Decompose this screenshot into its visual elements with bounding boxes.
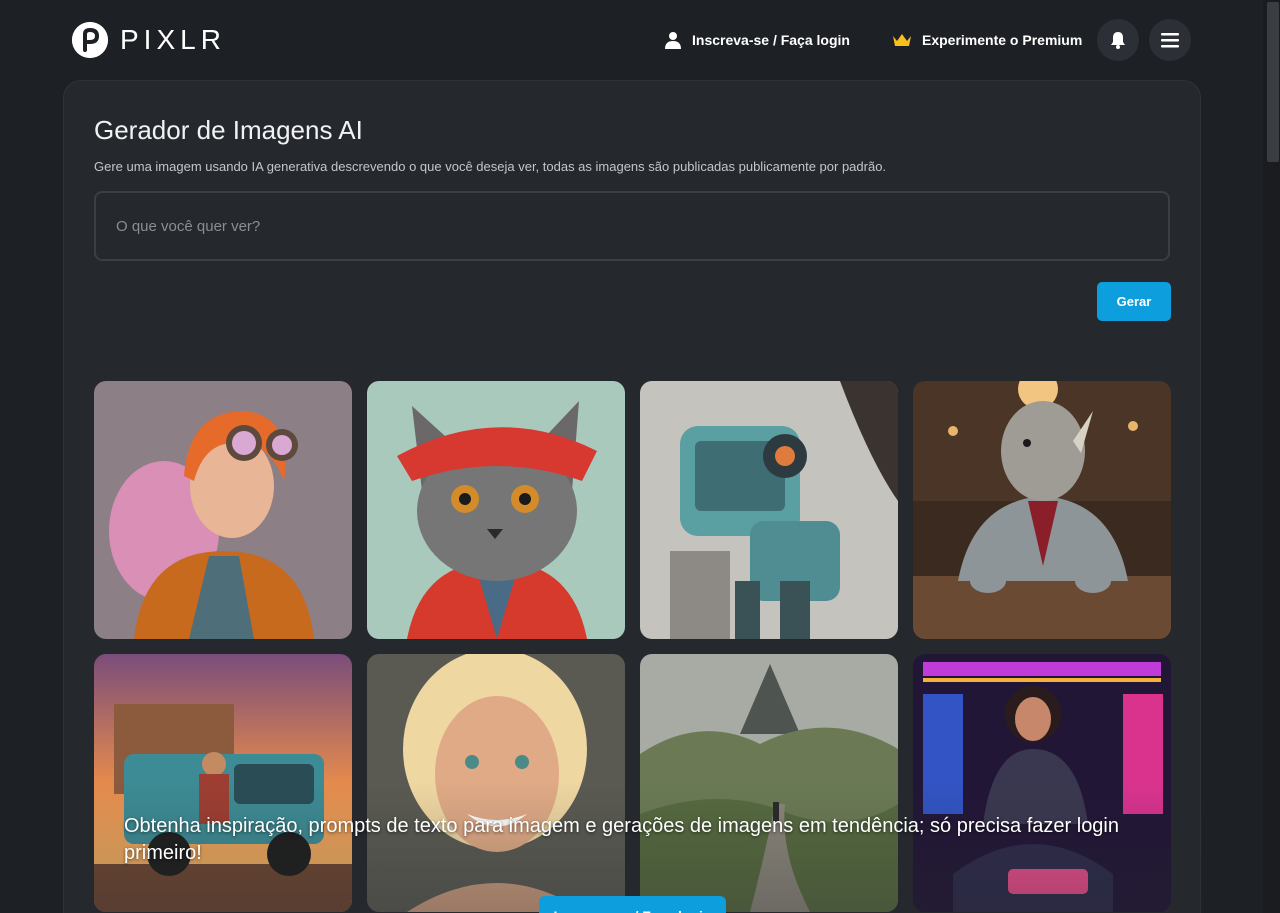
gallery-item-3[interactable] bbox=[640, 381, 898, 639]
login-label: Inscreva-se / Faça login bbox=[692, 32, 850, 48]
logo-text: PIXLR bbox=[120, 24, 226, 55]
gallery-item-5[interactable] bbox=[94, 654, 352, 912]
login-cta-button[interactable]: Inscreva-se / Faça login bbox=[539, 896, 726, 913]
cat-in-red-hat-image bbox=[367, 381, 625, 639]
neon-gamer-image bbox=[913, 654, 1171, 912]
notifications-button[interactable] bbox=[1097, 19, 1139, 61]
gallery-item-1[interactable] bbox=[94, 381, 352, 639]
mountain-valley-image bbox=[640, 654, 898, 912]
gallery-item-2[interactable] bbox=[367, 381, 625, 639]
user-icon bbox=[665, 32, 681, 49]
gallery-item-7[interactable] bbox=[640, 654, 898, 912]
steampunk-girl-image bbox=[94, 381, 352, 639]
gallery-item-4[interactable] bbox=[913, 381, 1171, 639]
truck-sunset-image bbox=[94, 654, 352, 912]
premium-label: Experimente o Premium bbox=[922, 32, 1083, 48]
crown-icon bbox=[893, 34, 911, 46]
inspiration-message: Obtenha inspiração, prompts de texto par… bbox=[124, 815, 1119, 864]
hamburger-menu-icon bbox=[1161, 33, 1179, 48]
pixlr-logo[interactable]: PIXLR bbox=[72, 21, 226, 59]
generate-button[interactable]: Gerar bbox=[1097, 282, 1171, 321]
bell-icon bbox=[1111, 32, 1125, 49]
page-title: Gerador de Imagens AI bbox=[94, 115, 363, 145]
rhino-in-suit-image bbox=[913, 381, 1171, 639]
smiling-woman-image bbox=[367, 654, 625, 912]
prompt-input[interactable] bbox=[94, 191, 1170, 261]
pixlr-logo-icon bbox=[72, 22, 108, 58]
gallery-item-6[interactable] bbox=[367, 654, 625, 912]
top-header: PIXLR Inscreva-se / Faça login Experimen… bbox=[0, 0, 1280, 80]
menu-button[interactable] bbox=[1149, 19, 1191, 61]
gallery-item-8[interactable] bbox=[913, 654, 1171, 912]
premium-link[interactable]: Experimente o Premium bbox=[892, 28, 1082, 52]
generator-panel: Gerador de Imagens AI Gere uma imagem us… bbox=[63, 80, 1202, 913]
login-link[interactable]: Inscreva-se / Faça login bbox=[664, 28, 850, 52]
page-subtitle: Gere uma imagem usando IA generativa des… bbox=[94, 159, 887, 174]
scrollbar-thumb[interactable] bbox=[1267, 2, 1279, 162]
page-scrollbar[interactable] bbox=[1263, 0, 1280, 913]
robot-image bbox=[640, 381, 898, 639]
